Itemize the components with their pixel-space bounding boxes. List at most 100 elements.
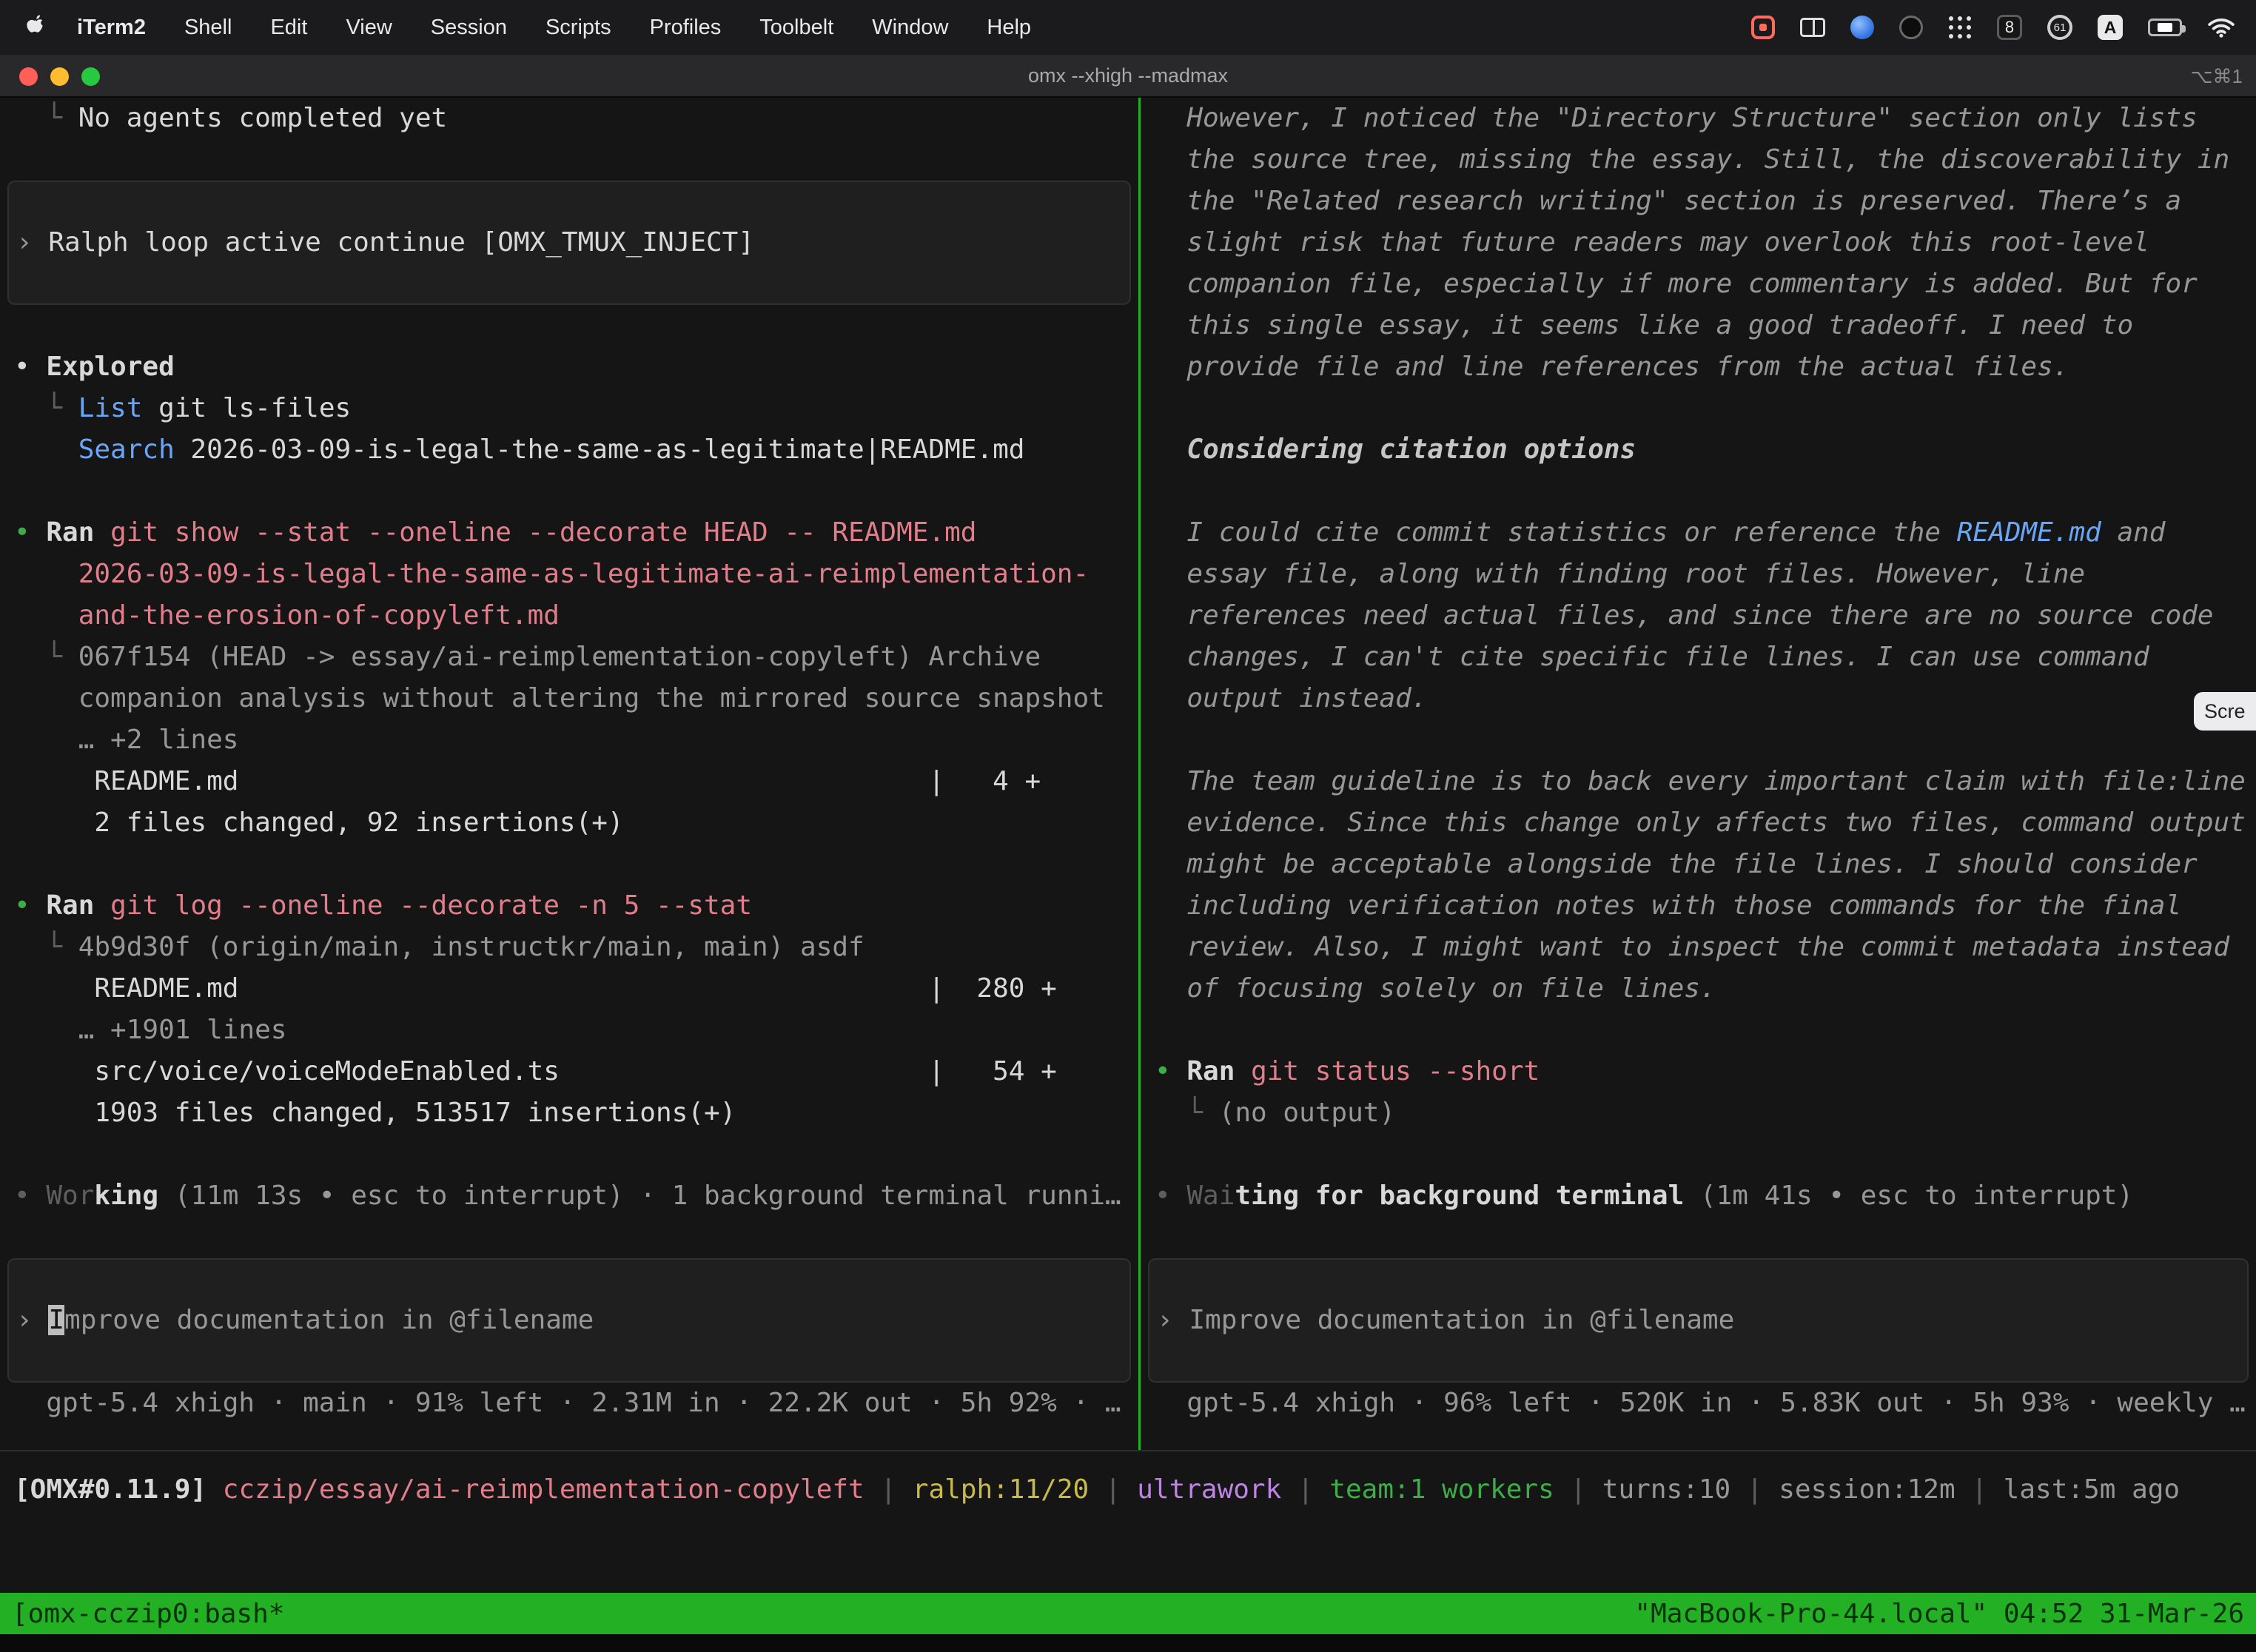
terminal-line [1141, 1134, 2256, 1175]
terminal-line: The team guideline is to back every impo… [1141, 761, 2256, 802]
terminal-line: └ (no output) [1141, 1092, 2256, 1134]
ralph-inject-banner: › Ralph loop active continue [OMX_TMUX_I… [7, 181, 1131, 305]
terminal-line: gpt-5.4 xhigh · 96% left · 520K in · 5.8… [1141, 1383, 2256, 1424]
menu-item-window[interactable]: Window [853, 16, 967, 40]
window-title: omx --xhigh --madmax [0, 64, 2256, 87]
terminal-line [0, 305, 1138, 346]
terminal-line: └ No agents completed yet [0, 98, 1138, 139]
terminal-line: … +2 lines [0, 719, 1138, 761]
terminal-line: evidence. Since this change only affects… [1141, 802, 2256, 844]
terminal-line [0, 844, 1138, 885]
left-prompt-input[interactable]: › Improve documentation in @filename [9, 1300, 1129, 1341]
terminal-line: • Ran git status --short [1141, 1051, 2256, 1092]
close-window-button[interactable] [19, 67, 38, 86]
terminal-line: companion analysis without altering the … [0, 678, 1138, 719]
menu-bar-left: iTerm2ShellEditViewSessionScriptsProfile… [21, 15, 1050, 40]
macos-menu-bar: iTerm2ShellEditViewSessionScriptsProfile… [0, 0, 2256, 55]
terminal-line: the source tree, missing the essay. Stil… [1141, 139, 2256, 181]
terminal-line: 2 files changed, 92 insertions(+) [0, 802, 1138, 844]
menu-item-help[interactable]: Help [967, 16, 1050, 40]
dots-grid-icon[interactable] [1948, 16, 1972, 39]
terminal-line: › Ralph loop active continue [OMX_TMUX_I… [9, 222, 1129, 263]
terminal-line: • Ran git show --stat --oneline --decora… [0, 512, 1138, 554]
window-controls [19, 67, 100, 86]
terminal-line: └ List git ls-files [0, 388, 1138, 429]
terminal-line: essay file, along with finding root file… [1141, 554, 2256, 595]
terminal-line: this single essay, it seems like a good … [1141, 305, 2256, 346]
apple-menu-icon[interactable] [25, 15, 47, 40]
terminal-line [1141, 719, 2256, 761]
right-pane-output: However, I noticed the "Directory Struct… [1141, 98, 2256, 1258]
window-shortcut-hint: ⌥⌘1 [2191, 65, 2243, 88]
terminal-line: … +1901 lines [0, 1010, 1138, 1051]
left-agent-status-line: gpt-5.4 xhigh · main · 91% left · 2.31M … [0, 1383, 1138, 1424]
terminal-panes: └ No agents completed yet › Ralph loop a… [0, 98, 2256, 1451]
right-agent-status-line: gpt-5.4 xhigh · 96% left · 520K in · 5.8… [1141, 1383, 2256, 1424]
terminal-line: provide file and line references from th… [1141, 346, 2256, 388]
terminal-line: • Working (11m 13s • esc to interrupt) ·… [0, 1175, 1138, 1217]
bottom-gap [0, 1634, 2256, 1652]
menu-item-view[interactable]: View [326, 16, 411, 40]
terminal-line: └ 067f154 (HEAD -> essay/ai-reimplementa… [0, 637, 1138, 678]
window-title-bar[interactable]: omx --xhigh --madmax ⌥⌘1 [0, 55, 2256, 98]
tmux-status-bar: [omx-cczip0:bash* "MacBook-Pro-44.local"… [0, 1593, 2256, 1634]
terminal-line [1141, 1010, 2256, 1051]
terminal-line: including verification notes with those … [1141, 885, 2256, 927]
terminal-line [1141, 388, 2256, 429]
menu-item-shell[interactable]: Shell [165, 16, 252, 40]
blue-app-icon[interactable] [1850, 16, 1874, 39]
screen-recording-icon[interactable] [1751, 16, 1775, 39]
menu-item-iterm2[interactable]: iTerm2 [58, 16, 165, 40]
hotkey-icon[interactable]: 8 [1997, 15, 2022, 40]
left-terminal-pane[interactable]: └ No agents completed yet › Ralph loop a… [0, 98, 1138, 1450]
battery-gauge-icon[interactable]: 61 [2047, 15, 2072, 40]
battery-icon[interactable] [2148, 19, 2182, 36]
terminal-line: src/voice/voiceModeEnabled.ts | 54 + [0, 1051, 1138, 1092]
terminal-line [1141, 471, 2256, 512]
tmux-host-clock-label: "MacBook-Pro-44.local" 04:52 31-Mar-26 [1634, 1599, 2244, 1629]
dark-app-icon[interactable] [1899, 16, 1923, 39]
terminal-line: of focusing solely on file lines. [1141, 968, 2256, 1010]
right-terminal-pane[interactable]: However, I noticed the "Directory Struct… [1138, 98, 2256, 1450]
menu-item-toolbelt[interactable]: Toolbelt [740, 16, 853, 40]
terminal-line: might be acceptable alongside the file l… [1141, 844, 2256, 885]
terminal-line: gpt-5.4 xhigh · main · 91% left · 2.31M … [0, 1383, 1138, 1424]
minimize-window-button[interactable] [50, 67, 69, 86]
terminal-line [0, 1217, 1138, 1258]
omx-status-line: [OMX#0.11.9] cczip/essay/ai-reimplementa… [0, 1469, 2256, 1511]
menu-item-session[interactable]: Session [412, 16, 526, 40]
input-source-icon[interactable]: A [2098, 15, 2123, 40]
terminal-line: slight risk that future readers may over… [1141, 222, 2256, 263]
terminal-line: 2026-03-09-is-legal-the-same-as-legitima… [0, 554, 1138, 595]
zoom-window-button[interactable] [81, 67, 100, 86]
left-pane-top-output: └ No agents completed yet [0, 98, 1138, 181]
terminal-line: README.md | 280 + [0, 968, 1138, 1010]
terminal-line: [OMX#0.11.9] cczip/essay/ai-reimplementa… [0, 1469, 2256, 1511]
right-prompt-input[interactable]: › Improve documentation in @filename [1149, 1300, 2247, 1341]
terminal-line: Considering citation options [1141, 429, 2256, 471]
terminal-line: • Ran git log --oneline --decorate -n 5 … [0, 885, 1138, 927]
tmux-session-label: [omx-cczip0:bash* [12, 1599, 284, 1629]
screenshot-overlay-label[interactable]: Scre [2194, 692, 2256, 731]
terminal-line: › Improve documentation in @filename [1149, 1300, 2247, 1341]
menu-item-scripts[interactable]: Scripts [526, 16, 631, 40]
terminal-line: However, I noticed the "Directory Struct… [1141, 98, 2256, 139]
terminal-line [0, 471, 1138, 512]
terminal-line: the "Related research writing" section i… [1141, 181, 2256, 222]
terminal-line: output instead. [1141, 678, 2256, 719]
right-prompt-box[interactable]: › Improve documentation in @filename [1148, 1258, 2249, 1383]
terminal-line: 1903 files changed, 513517 insertions(+) [0, 1092, 1138, 1134]
window-manager-icon[interactable] [1800, 18, 1825, 37]
left-prompt-box[interactable]: › Improve documentation in @filename [7, 1258, 1131, 1383]
terminal-line [0, 139, 1138, 181]
menu-item-profiles[interactable]: Profiles [631, 16, 741, 40]
terminal-line: and-the-erosion-of-copyleft.md [0, 595, 1138, 637]
terminal-line: › Improve documentation in @filename [9, 1300, 1129, 1341]
menu-item-edit[interactable]: Edit [251, 16, 326, 40]
ralph-inject-text: › Ralph loop active continue [OMX_TMUX_I… [9, 222, 1129, 263]
terminal-line: changes, I can't cite specific file line… [1141, 637, 2256, 678]
wifi-icon[interactable] [2207, 17, 2235, 38]
terminal-line: Search 2026-03-09-is-legal-the-same-as-l… [0, 429, 1138, 471]
terminal-line: companion file, especially if more comme… [1141, 263, 2256, 305]
terminal-line: review. Also, I might want to inspect th… [1141, 927, 2256, 968]
